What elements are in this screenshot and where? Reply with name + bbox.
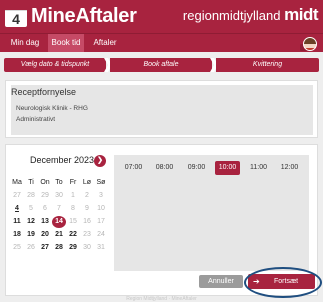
weekday-label: On (40, 179, 50, 186)
calendar-day[interactable]: 13 (38, 216, 52, 228)
region-logo: regionmidtjylland midt (182, 5, 319, 25)
calendar-day[interactable]: 21 (52, 229, 66, 241)
calendar-day: 6 (43, 205, 47, 212)
calendar-day: 25 (13, 244, 21, 251)
calendar-day-selected[interactable]: 14 (52, 216, 66, 228)
weekday-label: Ma (12, 179, 22, 186)
calendar-day[interactable]: 20 (38, 229, 52, 241)
calendar-day: 8 (71, 205, 75, 212)
calendar-day: 24 (97, 231, 105, 238)
appointment-clinic: Neurologisk Klinik - RHG (16, 105, 88, 112)
calendar-day[interactable]: 28 (52, 242, 66, 254)
calendar-day[interactable]: 4 (10, 203, 24, 215)
calendar-day[interactable]: 19 (24, 229, 38, 241)
app-title: MineAftaler (31, 5, 137, 27)
time-slot[interactable]: 11:00 (246, 161, 271, 175)
calendar-day: 15 (69, 218, 77, 225)
appointment-category: Administrativt (16, 116, 56, 123)
calendar-day: 29 (41, 192, 49, 199)
calendar-day[interactable]: 18 (10, 229, 24, 241)
calendar-day[interactable]: 11 (10, 216, 24, 228)
tab-aftaler[interactable]: Aftaler (88, 34, 122, 52)
step-choose-date: Vælg dato & tidspunkt (4, 58, 106, 72)
chevron-right-icon[interactable]: ❯ (94, 155, 106, 167)
calendar-day: 7 (57, 205, 61, 212)
weekday-label: Fr (69, 179, 77, 186)
app-header: 4 MineAftaler regionmidtjylland midt (0, 0, 323, 33)
booking-steps: Vælg dato & tidspunkt Book aftale Kvitte… (0, 58, 323, 72)
calendar-day: 16 (83, 218, 91, 225)
weekday-label: Sø (96, 179, 106, 186)
calendar-day: 3 (99, 192, 103, 199)
region-text: regionmidtjylland (182, 8, 281, 23)
calendar-day: 2 (85, 192, 89, 199)
calendar-day: 31 (97, 244, 105, 251)
logo-number: 4 (12, 11, 20, 27)
calendar-month-label: December 2023 (30, 155, 95, 165)
calendar-logo-icon: 4 (5, 7, 27, 27)
region-mark: midt (284, 5, 318, 24)
tab-min-dag[interactable]: Min dag (6, 34, 44, 52)
calendar-day: 28 (27, 192, 35, 199)
calendar-day: 9 (85, 205, 89, 212)
calendar-day: 26 (27, 244, 35, 251)
time-slot[interactable]: 09:00 (184, 161, 209, 175)
time-slot[interactable]: 12:00 (277, 161, 302, 175)
weekday-label: Lø (82, 179, 92, 186)
weekday-label: Ti (28, 179, 34, 186)
calendar-day[interactable]: 22 (66, 229, 80, 241)
calendar-day: 1 (71, 192, 75, 199)
time-slot[interactable]: 08:00 (152, 161, 177, 175)
calendar-day[interactable]: 12 (24, 216, 38, 228)
time-slot[interactable]: 07:00 (121, 161, 146, 175)
calendar-day: 5 (29, 205, 33, 212)
calendar-day: 23 (83, 231, 91, 238)
step-book-appointment: Book aftale (110, 58, 212, 72)
highlight-ring (244, 267, 322, 298)
calendar-day: 30 (83, 244, 91, 251)
calendar-day: 27 (13, 192, 21, 199)
calendar-day: 30 (55, 192, 63, 199)
step-receipt: Kvittering (216, 58, 319, 72)
tab-book-tid[interactable]: Book tid (48, 34, 84, 52)
main-nav: Min dag Book tid Aftaler (0, 33, 323, 52)
footer-text: Region Midtjylland · MineAftaler (126, 296, 197, 302)
calendar-day: 17 (97, 218, 105, 225)
cancel-button[interactable]: Annuller (199, 275, 243, 288)
calendar-day[interactable]: 27 (38, 242, 52, 254)
weekday-label: To (55, 179, 63, 186)
calendar-day: 10 (97, 205, 105, 212)
time-slot-selected[interactable]: 10:00 (215, 161, 240, 175)
calendar-day[interactable]: 29 (66, 242, 80, 254)
user-avatar[interactable] (303, 37, 317, 51)
appointment-type: Receptfornyelse (11, 87, 77, 97)
